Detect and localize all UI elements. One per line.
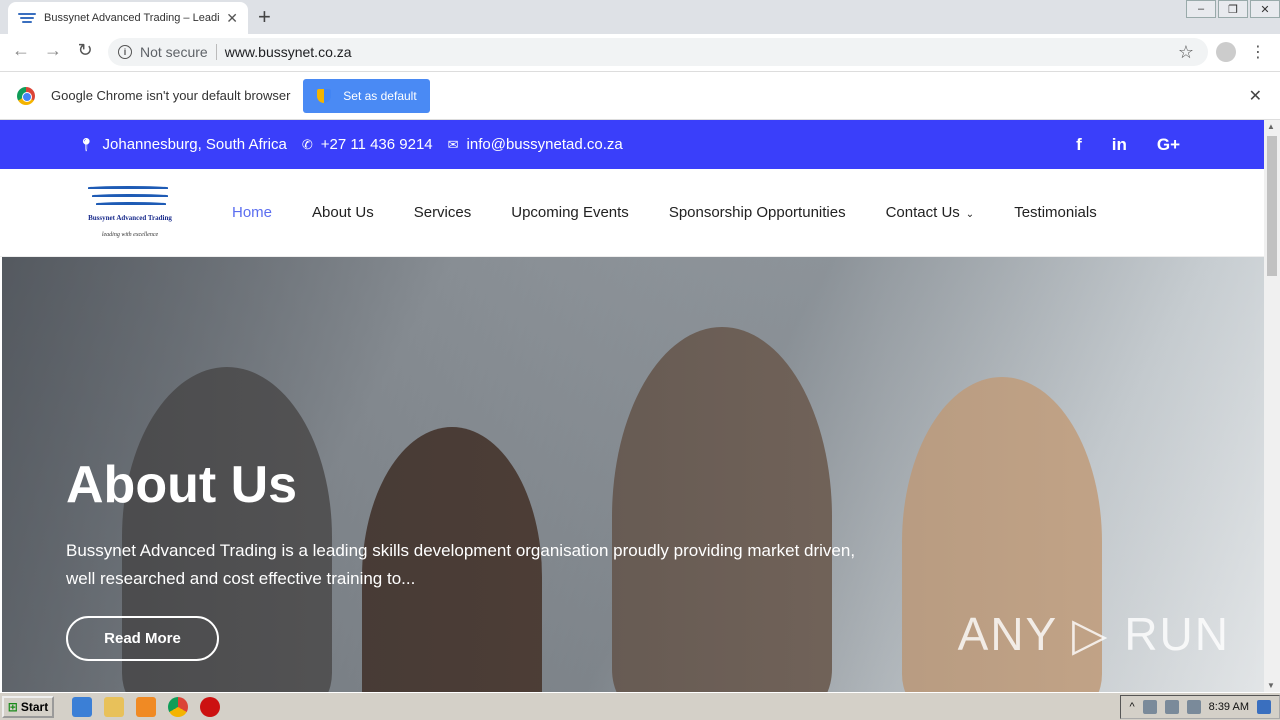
phone-contact[interactable]: ✆ +27 11 436 9214 <box>302 136 433 153</box>
scroll-down-icon[interactable]: ▼ <box>1267 681 1275 690</box>
internet-explorer-icon[interactable] <box>72 696 92 717</box>
browser-titlebar: Bussynet Advanced Trading – Leadi ✕ + – … <box>0 0 1280 34</box>
nav-contact-us-label: Contact Us <box>885 204 960 221</box>
folder-icon[interactable] <box>104 696 124 717</box>
windows-flag-icon: ⊞ <box>7 699 18 714</box>
logo-name: Bussynet Advanced Trading <box>88 213 172 222</box>
omnibox-separator <box>215 44 217 60</box>
hero-banner: About Us Bussynet Advanced Trading is a … <box>2 257 1264 692</box>
map-pin-icon: 📍︎ <box>78 136 95 152</box>
anyrun-watermark: ANY ▷ RUN <box>957 608 1230 660</box>
nav-upcoming-events[interactable]: Upcoming Events <box>511 204 629 221</box>
nav-contact-us[interactable]: Contact Us ⌄ <box>886 204 975 221</box>
browser-toolbar: ← → ↻ i Not secure www.bussynet.co.za ☆ … <box>0 34 1280 72</box>
browser-tab[interactable]: Bussynet Advanced Trading – Leadi ✕ <box>8 2 248 34</box>
main-nav: Home About Us Services Upcoming Events S… <box>232 204 1097 221</box>
volume-icon[interactable] <box>1164 699 1179 714</box>
chrome-menu-icon[interactable]: ⋮ <box>1250 42 1266 62</box>
clock[interactable]: 8:39 AM <box>1209 701 1249 713</box>
social-links: f in G+ <box>1076 135 1180 155</box>
minimize-button[interactable]: – <box>1186 0 1216 18</box>
infobar-message: Google Chrome isn't your default browser <box>51 88 291 103</box>
phone-text: +27 11 436 9214 <box>320 136 433 153</box>
close-window-button[interactable]: ✕ <box>1250 0 1280 18</box>
not-secure-label: Not secure <box>140 44 208 60</box>
start-label: Start <box>20 699 49 714</box>
phone-icon: ✆ <box>301 136 313 152</box>
nav-home[interactable]: Home <box>232 204 272 221</box>
chevron-down-icon: ⌄ <box>965 209 975 220</box>
site-favicon-icon <box>18 12 36 24</box>
scroll-up-icon[interactable]: ▲ <box>1267 122 1275 131</box>
location-contact: 📍︎ Johannesburg, South Africa <box>78 136 287 153</box>
google-plus-icon[interactable]: G+ <box>1157 135 1180 155</box>
set-as-default-button[interactable]: Set as default <box>303 78 431 113</box>
address-bar[interactable]: i Not secure www.bussynet.co.za <box>108 38 1208 66</box>
infobar-close-icon[interactable]: ✕ <box>1249 86 1262 106</box>
windows-taskbar: ⊞ Start ^ 8:39 AM <box>0 692 1280 720</box>
page-scrollbar[interactable]: ▲ ▼ <box>1264 120 1280 692</box>
envelope-icon: ✉ <box>447 136 459 152</box>
media-player-icon[interactable] <box>136 696 156 717</box>
site-topbar: 📍︎ Johannesburg, South Africa ✆ +27 11 4… <box>0 120 1280 169</box>
chrome-taskbar-icon[interactable] <box>168 696 188 717</box>
hero-text: Bussynet Advanced Trading is a leading s… <box>66 541 856 588</box>
back-arrow-icon[interactable]: ← <box>8 40 34 61</box>
window-controls: – ❐ ✕ <box>1184 0 1280 18</box>
restore-button[interactable]: ❐ <box>1218 0 1248 18</box>
action-center-flag-icon[interactable] <box>1186 699 1201 714</box>
tab-title: Bussynet Advanced Trading – Leadi <box>44 12 220 24</box>
logo-tagline: leading with excellence <box>101 231 159 238</box>
email-contact[interactable]: ✉ info@bussynetad.co.za <box>448 136 623 153</box>
site-header: Bussynet Advanced Trading leading with e… <box>0 169 1280 257</box>
reload-icon[interactable]: ↻ <box>72 40 98 61</box>
hero-heading: About Us <box>66 456 298 514</box>
system-tray: ^ 8:39 AM <box>1120 694 1280 719</box>
start-button[interactable]: ⊞ Start <box>2 695 54 718</box>
read-more-button[interactable]: Read More <box>66 616 219 661</box>
bookmark-star-icon[interactable]: ☆ <box>1178 42 1194 63</box>
url-text[interactable]: www.bussynet.co.za <box>225 44 352 60</box>
tray-expand-icon[interactable]: ^ <box>1129 701 1134 713</box>
quick-launch <box>72 696 220 717</box>
email-text: info@bussynetad.co.za <box>466 136 623 153</box>
linkedin-icon[interactable]: in <box>1112 135 1127 155</box>
default-browser-infobar: Google Chrome isn't your default browser… <box>0 72 1280 120</box>
page-viewport: 📍︎ Johannesburg, South Africa ✆ +27 11 4… <box>0 120 1280 692</box>
show-desktop-icon[interactable] <box>1257 699 1271 714</box>
new-tab-button[interactable]: + <box>258 4 271 30</box>
info-icon[interactable]: i <box>118 45 132 59</box>
nav-about-us[interactable]: About Us <box>312 204 374 221</box>
shield-icon <box>317 88 332 103</box>
nav-services[interactable]: Services <box>414 204 472 221</box>
tab-close-icon[interactable]: ✕ <box>226 10 238 27</box>
facebook-icon[interactable]: f <box>1076 135 1082 155</box>
profile-avatar-icon[interactable] <box>1216 42 1236 62</box>
scrollbar-thumb[interactable] <box>1267 136 1277 276</box>
opera-icon[interactable] <box>200 696 220 717</box>
forward-arrow-icon[interactable]: → <box>40 40 66 61</box>
chrome-logo-icon <box>17 86 35 105</box>
network-icon[interactable] <box>1142 699 1157 714</box>
site-logo[interactable]: Bussynet Advanced Trading leading with e… <box>84 180 176 246</box>
set-as-default-label: Set as default <box>343 88 417 103</box>
nav-sponsorship-opportunities[interactable]: Sponsorship Opportunities <box>669 204 846 221</box>
location-text: Johannesburg, South Africa <box>102 136 287 153</box>
nav-testimonials[interactable]: Testimonials <box>1014 204 1097 221</box>
